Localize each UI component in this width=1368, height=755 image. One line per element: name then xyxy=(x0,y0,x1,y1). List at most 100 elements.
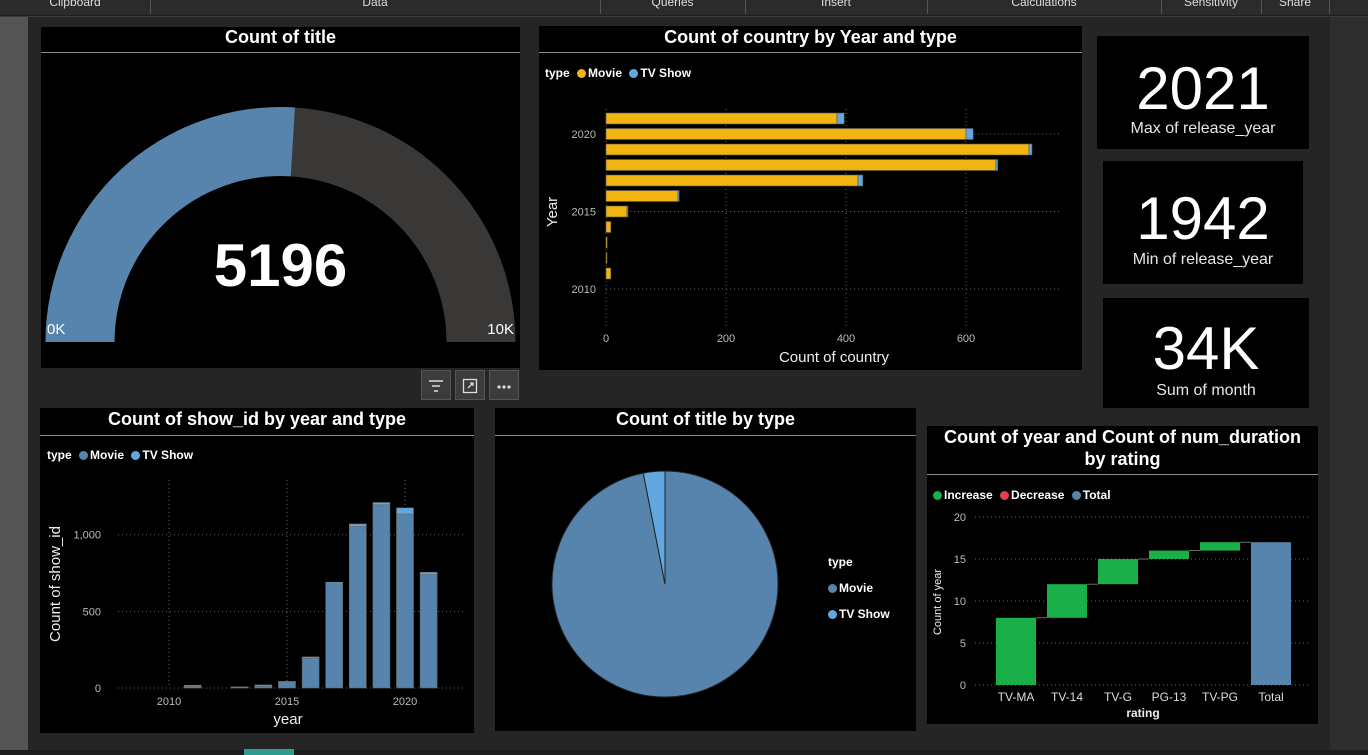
x-tick-label: TV-14 xyxy=(1051,690,1083,704)
waterfall-bar xyxy=(1251,542,1291,685)
column-movie xyxy=(278,682,296,689)
y-tick-label: 10 xyxy=(954,596,966,608)
waterfall-bar xyxy=(1149,550,1189,559)
bar-tv-show xyxy=(677,190,680,202)
bar-movie xyxy=(605,174,859,187)
ribbon-group-calculations[interactable]: Calculations xyxy=(927,0,1162,14)
column-tv-show xyxy=(419,571,438,575)
y-tick-label: 20 xyxy=(954,512,966,524)
waterfall-bar xyxy=(996,617,1036,685)
more-options-icon xyxy=(497,385,511,389)
bar-tv-show xyxy=(857,174,864,187)
legend-dot-tv-show xyxy=(828,610,837,619)
min-release-year-card[interactable]: 1942 Min of release_year xyxy=(1103,161,1303,284)
column-tv-show xyxy=(372,502,391,506)
waterfall-bar xyxy=(1047,584,1087,618)
bar-movie xyxy=(605,205,628,218)
left-strip xyxy=(0,17,28,755)
y-tick-label: 0 xyxy=(960,680,966,692)
bar-movie xyxy=(605,128,967,140)
bar-movie xyxy=(605,267,612,280)
horizontal-bar-chart: 0 200 400 600 2010 2015 2020 Count of country Ye… xyxy=(544,109,1059,366)
y-tick-label: 5 xyxy=(960,638,966,650)
y-axis-title: Count of show_id xyxy=(47,526,64,642)
column-tv-show xyxy=(278,681,296,683)
ribbon-group-share[interactable]: Share xyxy=(1261,0,1330,14)
y-tick-label: 0 xyxy=(95,683,101,695)
bar-tv-show xyxy=(995,159,999,171)
legend-label: Movie xyxy=(839,581,874,595)
column-movie xyxy=(419,574,438,689)
x-tick-label: 2015 xyxy=(275,696,299,708)
column-movie xyxy=(372,504,391,689)
ribbon-group-data[interactable]: Data xyxy=(150,0,601,14)
country-by-year-visual[interactable]: Count of country by Year and type type M… xyxy=(539,26,1082,370)
legend-dot-movie xyxy=(828,584,837,593)
waterfall-bar xyxy=(1098,559,1138,585)
x-tick-label: 400 xyxy=(837,333,855,345)
gauge-value: 5196 xyxy=(213,232,348,299)
ribbon-group-sensitivity[interactable]: Sensitivity xyxy=(1161,0,1262,14)
sum-month-card[interactable]: 34K Sum of month xyxy=(1103,298,1309,408)
x-axis-title: year xyxy=(273,711,302,728)
more-options-button[interactable] xyxy=(489,370,519,400)
x-tick-label: 0 xyxy=(603,333,609,345)
max-release-year-card[interactable]: 2021 Max of release_year xyxy=(1097,36,1309,149)
bar-movie xyxy=(605,252,608,264)
y-tick-label: 500 xyxy=(83,606,101,618)
gauge-min-label: 0K xyxy=(47,321,66,338)
x-tick-label: 2010 xyxy=(157,696,181,708)
pie-legend: type Movie TV Show xyxy=(828,549,890,627)
ribbon-group-queries[interactable]: Queries xyxy=(600,0,746,14)
filter-button[interactable] xyxy=(421,370,451,400)
column-chart: 0 500 1,000 2010 2015 2020 year Count of show_i… xyxy=(47,480,464,728)
bar-movie xyxy=(605,143,1030,156)
column-tv-show xyxy=(396,507,414,515)
bar-movie xyxy=(605,190,679,202)
x-tick-label: 2020 xyxy=(393,696,417,708)
y-axis-title: Year xyxy=(544,197,561,227)
waterfall-chart: 0 5 10 15 20 TV-MA TV-14 TV-G PG-13 TV-PG Total rat… xyxy=(932,512,1309,720)
card-value: 34K xyxy=(1152,315,1260,382)
gauge-visual[interactable]: Count of title 5196 0K 10K xyxy=(41,27,520,368)
bar-movie xyxy=(605,159,997,171)
column-tv-show xyxy=(183,684,202,687)
card-value: 2021 xyxy=(1136,55,1270,122)
ribbon-group-clipboard[interactable]: Clipboard xyxy=(0,0,151,14)
column-tv-show xyxy=(348,523,367,527)
x-tick-label: 600 xyxy=(957,333,975,345)
x-axis-title: rating xyxy=(1126,706,1159,720)
column-movie xyxy=(301,657,320,689)
bar-movie xyxy=(605,112,838,125)
active-page-tab[interactable] xyxy=(244,749,294,755)
bar-movie xyxy=(605,221,612,233)
title-by-type-visual[interactable]: Count of title by type type Movie TV Sho… xyxy=(495,408,916,731)
column-movie xyxy=(231,686,249,689)
ribbon-group-insert[interactable]: Insert xyxy=(745,0,928,14)
y-tick-label: 15 xyxy=(954,554,966,566)
x-tick-label: PG-13 xyxy=(1152,690,1187,704)
gauge-fill xyxy=(45,107,295,342)
y-tick-label: 2015 xyxy=(572,207,596,219)
column-tv-show xyxy=(254,684,273,687)
focus-mode-button[interactable] xyxy=(455,370,485,400)
bar-tv-show xyxy=(965,128,974,140)
right-strip xyxy=(1330,17,1368,755)
y-tick-label: 1,000 xyxy=(73,530,101,542)
bar-tv-show xyxy=(836,112,845,125)
column-movie xyxy=(325,583,344,689)
gauge-title: Count of title xyxy=(225,27,336,47)
ribbon: Clipboard Data Queries Insert Calculations Se… xyxy=(0,0,1368,16)
x-tick-label: 200 xyxy=(717,333,735,345)
bar-movie xyxy=(605,236,608,249)
show-id-by-year-visual[interactable]: Count of show_id by year and type type M… xyxy=(40,408,474,733)
bar-tv-show xyxy=(626,205,629,218)
legend-title: type xyxy=(828,555,853,569)
y-tick-label: 2010 xyxy=(572,284,596,296)
x-tick-label: TV-MA xyxy=(998,690,1035,704)
column-movie xyxy=(348,525,367,689)
waterfall-visual[interactable]: Count of year and Count of num_duration … xyxy=(927,426,1318,724)
card-label: Min of release_year xyxy=(1132,251,1274,268)
y-axis-title: Count of year xyxy=(932,569,944,635)
focus-mode-icon xyxy=(462,378,478,394)
